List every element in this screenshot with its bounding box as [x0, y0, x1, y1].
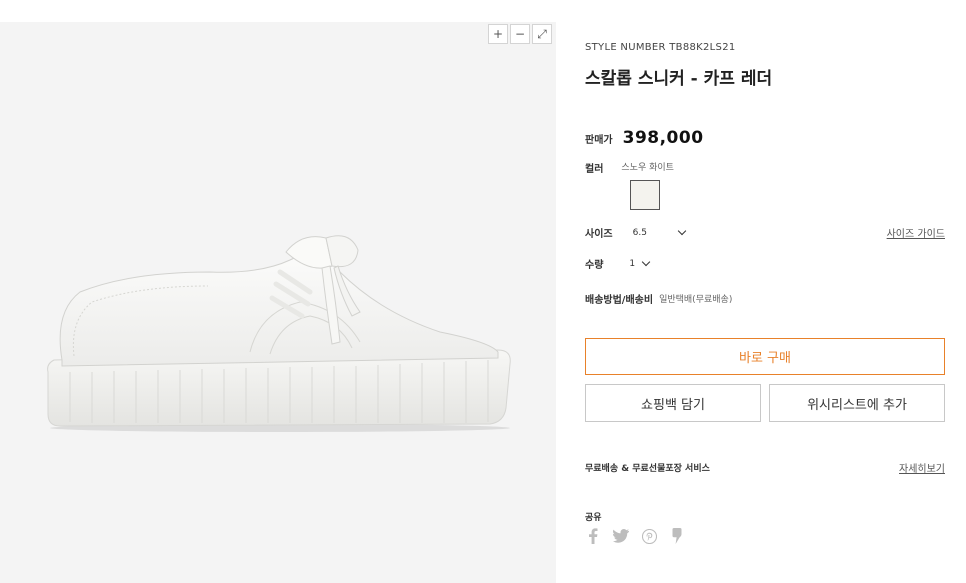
twitter-icon[interactable]	[613, 528, 629, 544]
secondary-actions: 쇼핑백 담기 위시리스트에 추가	[585, 384, 945, 422]
product-image[interactable]	[40, 232, 520, 432]
chevron-down-icon	[641, 257, 651, 266]
add-to-wishlist-button[interactable]: 위시리스트에 추가	[769, 384, 945, 422]
service-row: 무료배송 & 무료선물포장 서비스 자세히보기	[585, 460, 945, 475]
buy-now-button[interactable]: 바로 구매	[585, 338, 945, 375]
quantity-select[interactable]: 1	[629, 257, 651, 269]
quantity-value: 1	[629, 258, 636, 269]
zoom-out-button[interactable]: −	[510, 24, 530, 44]
size-select[interactable]: 6.5	[632, 226, 687, 238]
product-image-gallery: + − ⤢	[0, 22, 556, 583]
size-guide-link[interactable]: 사이즈 가이드	[887, 225, 945, 240]
size-label: 사이즈	[585, 229, 613, 240]
product-title: 스칼롭 스니커 - 카프 레더	[585, 69, 773, 89]
quantity-label: 수량	[585, 260, 604, 271]
pinterest-icon[interactable]	[641, 528, 657, 544]
zoom-controls: + − ⤢	[488, 24, 552, 44]
fullscreen-button[interactable]: ⤢	[532, 24, 552, 44]
kakaostory-icon[interactable]	[669, 528, 685, 544]
size-row: 사이즈 6.5 사이즈 가이드	[585, 225, 945, 240]
quantity-row: 수량 1	[585, 256, 651, 271]
color-name: 스노우 화이트	[621, 163, 674, 173]
add-to-bag-button[interactable]: 쇼핑백 담기	[585, 384, 761, 422]
color-label: 컬러	[585, 164, 604, 175]
zoom-in-button[interactable]: +	[488, 24, 508, 44]
style-number: STYLE NUMBER TB88K2LS21	[585, 42, 736, 53]
color-row: 컬러 스노우 화이트	[585, 160, 674, 175]
share-icons	[585, 528, 685, 544]
size-value: 6.5	[632, 227, 647, 238]
facebook-icon[interactable]	[585, 528, 601, 544]
share-label: 공유	[585, 513, 602, 523]
shipping-value: 일반택배(무료배송)	[659, 295, 733, 305]
shipping-label: 배송방법/배송비	[585, 295, 654, 306]
price-label: 판매가	[585, 135, 613, 146]
chevron-down-icon	[677, 226, 687, 235]
service-label: 무료배송 & 무료선물포장 서비스	[585, 464, 710, 474]
color-swatch-snow-white[interactable]	[630, 180, 660, 210]
price-value: 398,000	[622, 128, 704, 148]
service-details-link[interactable]: 자세히보기	[899, 460, 945, 475]
price-row: 판매가 398,000	[585, 128, 704, 148]
shipping-row: 배송방법/배송비 일반택배(무료배송)	[585, 291, 732, 306]
